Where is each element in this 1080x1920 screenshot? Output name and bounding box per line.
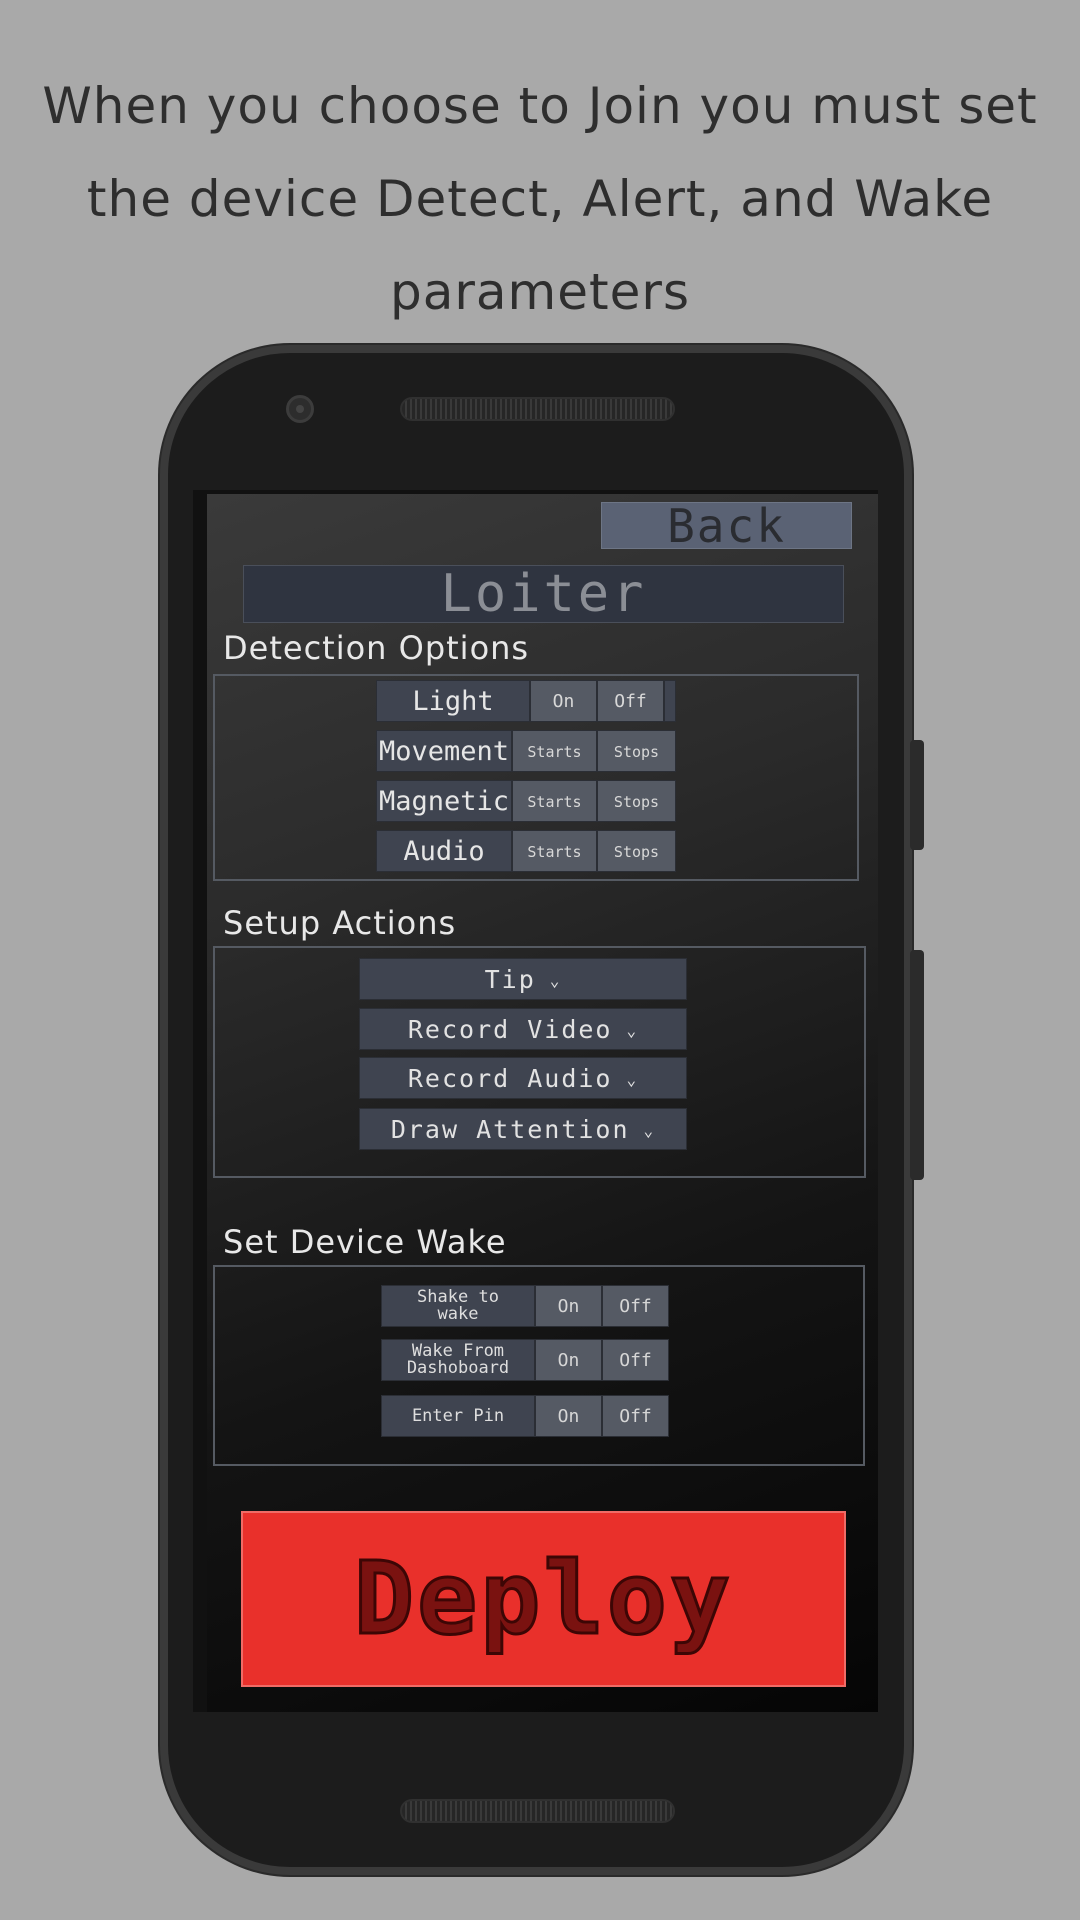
movement-starts-button[interactable]: Starts — [512, 730, 597, 772]
wake-label: Shake to wake — [381, 1285, 535, 1327]
record-audio-dropdown[interactable]: Record Audio ⌄ — [359, 1057, 687, 1099]
detection-label: Light — [376, 680, 530, 722]
page-title: Loiter — [243, 565, 844, 623]
chevron-down-icon: ⌄ — [549, 971, 562, 990]
device-wake-heading: Set Device Wake — [223, 1223, 507, 1261]
record-video-dropdown[interactable]: Record Video ⌄ — [359, 1008, 687, 1050]
wake-label-line-2: wake — [437, 1304, 479, 1324]
volume-button — [910, 950, 924, 1180]
draw-attention-dropdown[interactable]: Draw Attention ⌄ — [359, 1108, 687, 1150]
shake-on-button[interactable]: On — [535, 1285, 602, 1327]
light-on-button[interactable]: On — [530, 680, 597, 722]
detection-row-magnetic: Magnetic Starts Stops — [376, 780, 676, 822]
wake-label: Enter Pin — [381, 1395, 535, 1437]
wake-label-line-1: Enter Pin — [411, 1405, 505, 1426]
audio-starts-button[interactable]: Starts — [512, 830, 597, 872]
deploy-button[interactable]: Deploy — [241, 1511, 846, 1687]
tip-dropdown[interactable]: Tip ⌄ — [359, 958, 687, 1000]
wake-row-shake: Shake to wake On Off — [381, 1285, 669, 1327]
chevron-down-icon: ⌄ — [643, 1121, 656, 1140]
caption-line-3: parameters — [389, 263, 690, 321]
detection-label: Audio — [376, 830, 512, 872]
power-button — [910, 740, 924, 850]
shake-off-button[interactable]: Off — [602, 1285, 669, 1327]
chevron-down-icon: ⌄ — [626, 1021, 639, 1040]
movement-stops-button[interactable]: Stops — [597, 730, 676, 772]
dropdown-label: Draw Attention — [390, 1115, 630, 1144]
front-camera-icon — [286, 395, 314, 423]
wake-label-line-2: Dashoboard — [406, 1358, 510, 1378]
audio-stops-button[interactable]: Stops — [597, 830, 676, 872]
dropdown-label: Tip — [484, 965, 536, 994]
magnetic-starts-button[interactable]: Starts — [512, 780, 597, 822]
caption-line-2: the device Detect, Alert, and Wake — [86, 170, 994, 228]
detection-label: Magnetic — [376, 780, 512, 822]
dropdown-label: Record Audio — [407, 1064, 613, 1093]
back-button[interactable]: Back — [601, 502, 852, 550]
caption: When you choose to Join you must set the… — [40, 60, 1040, 339]
dropdown-label: Record Video — [407, 1015, 613, 1044]
pin-on-button[interactable]: On — [535, 1395, 602, 1437]
row-end-cap — [664, 680, 676, 722]
wake-row-pin: Enter Pin On Off — [381, 1395, 669, 1437]
wake-row-dashboard: Wake From Dashoboard On Off — [381, 1339, 669, 1381]
detection-label: Movement — [376, 730, 512, 772]
top-speaker — [400, 397, 675, 421]
magnetic-stops-button[interactable]: Stops — [597, 780, 676, 822]
chevron-down-icon: ⌄ — [626, 1070, 639, 1089]
detection-options-heading: Detection Options — [223, 629, 530, 667]
detection-row-movement: Movement Starts Stops — [376, 730, 676, 772]
wake-label: Wake From Dashoboard — [381, 1339, 535, 1381]
pin-off-button[interactable]: Off — [602, 1395, 669, 1437]
detection-row-light: Light On Off — [376, 680, 676, 722]
detection-row-audio: Audio Starts Stops — [376, 830, 676, 872]
caption-line-1: When you choose to Join you must set — [42, 77, 1038, 135]
dashboard-off-button[interactable]: Off — [602, 1339, 669, 1381]
bottom-speaker — [400, 1799, 675, 1823]
dashboard-on-button[interactable]: On — [535, 1339, 602, 1381]
light-off-button[interactable]: Off — [597, 680, 664, 722]
setup-actions-heading: Setup Actions — [223, 904, 457, 942]
